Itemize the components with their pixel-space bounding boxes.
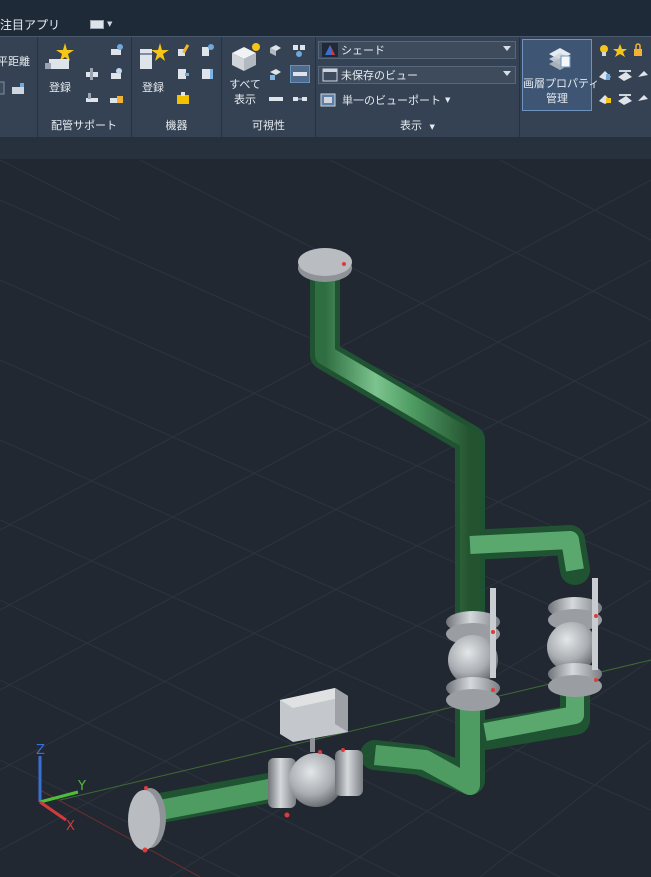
equipment-register-label[interactable]: 登録: [138, 79, 168, 95]
support-icon-2[interactable]: [85, 67, 99, 81]
layer-tools-row-3[interactable]: [598, 91, 648, 105]
hide-objects-icon[interactable]: [268, 43, 282, 57]
layer-properties-line2: 管理: [546, 92, 568, 105]
show-all-label-line1: すべて: [229, 78, 261, 91]
layer-tools-row-2[interactable]: [598, 67, 648, 81]
show-object-icon[interactable]: [268, 67, 282, 81]
pipe-visibility-toggle-icon[interactable]: [290, 65, 310, 83]
panel-label-visibility: 可視性: [252, 119, 285, 132]
support-icon-1[interactable]: [109, 43, 123, 57]
tab-featured-apps[interactable]: 注目アプリ: [0, 16, 60, 33]
isolate-objects-icon[interactable]: [292, 43, 306, 57]
ribbon: 水平距離 登録 配管サポート 登録: [0, 36, 651, 138]
viewport-config-button[interactable]: 単一のビューポート ▼: [320, 91, 450, 109]
pipe-support-register-label[interactable]: 登録: [45, 79, 75, 95]
show-all-button[interactable]: すべて 表示: [226, 77, 264, 107]
panel-equipment: 登録 機器: [132, 37, 222, 137]
chevron-down-icon: ▼: [429, 123, 435, 131]
panel-label-view[interactable]: 表示 ▼: [316, 117, 519, 133]
actuated-valve[interactable]: [268, 688, 363, 818]
chevron-down-icon: ▼: [445, 96, 451, 104]
layer-properties-button[interactable]: 画層プロパティ 管理: [522, 39, 600, 111]
bypass-valve[interactable]: [547, 578, 602, 697]
hide-connection-icon[interactable]: [292, 91, 308, 105]
model-viewport[interactable]: Z Y X: [0, 160, 651, 877]
viewport-icon: [320, 93, 336, 107]
panel-label-pipe-support: 配管サポート: [51, 119, 117, 132]
support-lock-icon[interactable]: [109, 91, 123, 105]
tab-overflow-button[interactable]: ▼: [86, 19, 116, 30]
visual-style-value: シェード: [341, 44, 385, 57]
ucs-y-label: Y: [77, 779, 86, 794]
show-all-label-line2: 表示: [234, 93, 256, 106]
visual-style-dropdown[interactable]: シェード: [318, 41, 516, 59]
title-bar: 注目アプリ ▼: [0, 0, 651, 36]
equipment-edit-icon[interactable]: [176, 43, 190, 57]
visual-style-icon: [322, 43, 338, 57]
left-flange[interactable]: [128, 786, 166, 853]
equipment-nozzle-icon[interactable]: [176, 67, 190, 81]
ucs-z-label: Z: [36, 743, 45, 758]
layer-properties-line1: 画層プロパティ: [523, 77, 600, 90]
chevron-down-icon: [503, 46, 511, 51]
ucs-x-label: X: [66, 819, 75, 834]
pipe-support-register-icon[interactable]: [43, 41, 77, 75]
panel-measure: 水平距離: [0, 37, 38, 137]
equipment-connect-icon[interactable]: [200, 43, 214, 57]
named-view-dropdown[interactable]: 未保存のビュー: [318, 66, 516, 84]
equipment-register-icon[interactable]: [136, 41, 170, 75]
named-view-value: 未保存のビュー: [341, 69, 418, 82]
ribbon-tab-row: 注目アプリ ▼: [0, 14, 116, 34]
panel-label-equipment: 機器: [165, 119, 188, 132]
support-icon-4[interactable]: [85, 91, 99, 105]
viewport-config-value: 単一のビューポート: [342, 94, 441, 107]
equipment-attach-icon[interactable]: [176, 91, 190, 105]
show-all-icon[interactable]: [228, 41, 262, 73]
measure-distance-button[interactable]: 水平距離: [0, 53, 30, 69]
chevron-down-icon: ▼: [107, 20, 113, 28]
view-panel-label: 表示: [400, 119, 423, 132]
top-flange[interactable]: [298, 248, 352, 282]
panel-visibility: すべて 表示 可視性: [222, 37, 316, 137]
panel-view: シェード 未保存のビュー 単一のビューポート ▼ 表示 ▼: [316, 37, 520, 137]
support-icon-3[interactable]: [109, 67, 123, 81]
layer-properties-label: 画層プロパティ 管理: [523, 76, 600, 106]
panel-pipe-support: 登録 配管サポート: [37, 37, 132, 137]
layer-state-icons[interactable]: [598, 43, 648, 57]
equipment-modify-icon[interactable]: [200, 67, 214, 81]
hide-pipe-icon[interactable]: [268, 91, 284, 105]
layer-stack-icon: [549, 48, 571, 70]
dropdown-field-icon[interactable]: [0, 81, 6, 95]
drawing-tab-bar: [0, 137, 651, 159]
panel-toggle-icon: [90, 19, 105, 29]
pipe-run[interactable]: [148, 275, 584, 822]
measure-tool-icon[interactable]: [10, 81, 26, 97]
ucs-icon: Z Y X: [36, 743, 86, 834]
chevron-down-icon: [503, 71, 511, 76]
panel-layers: 画層プロパティ 管理: [520, 37, 651, 137]
named-view-icon: [322, 68, 338, 82]
